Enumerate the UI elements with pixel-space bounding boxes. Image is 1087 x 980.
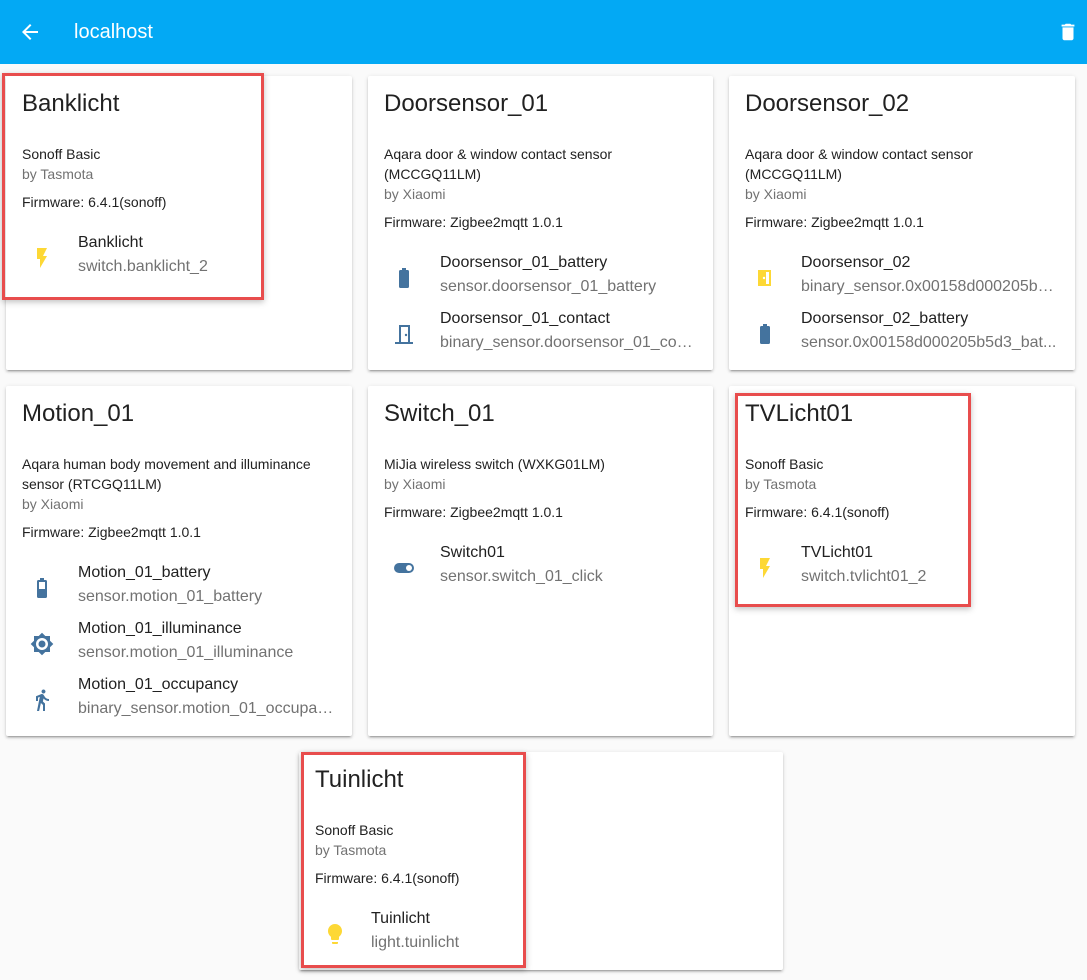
entity-row[interactable]: Motion_01_illuminance sensor.motion_01_i… [22,618,336,670]
walk-icon [36,689,49,711]
entity-id: switch.tvlicht01_2 [801,568,927,585]
device-manufacturer: by Tasmota [22,166,94,182]
entity-name: Motion_01_illuminance [78,620,242,637]
device-manufacturer: by Xiaomi [22,496,84,512]
device-model: Sonoff Basic [315,822,394,838]
device-info: Aqara door & window contact sensor (MCCG… [384,144,697,232]
device-title: Motion_01 [22,400,135,427]
device-title: TVLicht01 [745,400,854,427]
entity-name: Doorsensor_01_battery [440,254,608,271]
entity-row[interactable]: Doorsensor_02 binary_sensor.0x00158d0002… [745,252,1059,304]
device-model: Aqara door & window contact sensor (MCCG… [745,146,974,182]
toggle-switch-icon [394,563,414,573]
entity-name: Doorsensor_01_contact [440,310,610,327]
battery-icon [399,268,409,288]
device-title: Banklicht [22,90,120,117]
device-title: Tuinlicht [315,766,404,793]
device-model: Sonoff Basic [22,146,101,162]
entity-id: sensor.0x00158d000205b5d3_bat... [801,334,1057,351]
entity-name: Doorsensor_02_battery [801,310,969,327]
device-manufacturer: by Xiaomi [745,186,807,202]
entity-name: TVLicht01 [801,544,874,561]
entity-id: binary_sensor.doorsensor_01_con... [440,334,697,351]
device-card: Motion_01 Aqara human body movement and … [6,386,352,736]
device-model: Aqara door & window contact sensor (MCCG… [384,146,613,182]
battery-icon [37,578,47,598]
delete-icon[interactable] [1057,20,1079,44]
device-info: Aqara human body movement and illuminanc… [22,454,336,542]
device-model: Sonoff Basic [745,456,824,472]
device-title: Doorsensor_01 [384,90,549,117]
device-info: Sonoff Basic by Tasmota Firmware: 6.4.1(… [315,820,767,888]
entity-row[interactable]: Tuinlicht light.tuinlicht [315,908,767,960]
device-info: MiJia wireless switch (WXKG01LM) by Xiao… [384,454,697,522]
device-card: Doorsensor_02 Aqara door & window contac… [729,76,1075,370]
entity-row[interactable]: Doorsensor_02_battery sensor.0x00158d000… [745,308,1059,360]
device-card: Tuinlicht Sonoff Basic by Tasmota Firmwa… [299,752,783,970]
entity-row[interactable]: TVLicht01 switch.tvlicht01_2 [745,542,1059,594]
brightness-icon [30,632,54,656]
entity-id: sensor.motion_01_battery [78,588,263,605]
battery-icon [760,324,770,344]
entity-id: switch.banklicht_2 [78,258,208,275]
device-card: TVLicht01 Sonoff Basic by Tasmota Firmwa… [729,386,1075,736]
entity-row[interactable]: Switch01 sensor.switch_01_click [384,542,697,594]
flash-icon [760,558,770,578]
device-manufacturer: by Tasmota [315,842,387,858]
device-model: Aqara human body movement and illuminanc… [22,456,311,492]
entity-name: Motion_01_battery [78,564,211,581]
entity-id: sensor.switch_01_click [440,568,603,585]
device-info: Aqara door & window contact sensor (MCCG… [745,144,1059,232]
device-card: Doorsensor_01 Aqara door & window contac… [368,76,713,370]
entity-id: binary_sensor.motion_01_occupan... [78,700,336,717]
door-open-icon [758,270,771,286]
device-firmware: Firmware: Zigbee2mqtt 1.0.1 [384,504,563,520]
entity-row[interactable]: Motion_01_battery sensor.motion_01_batte… [22,562,336,614]
page-title: localhost [74,21,153,43]
device-firmware: Firmware: Zigbee2mqtt 1.0.1 [22,524,201,540]
device-card: Banklicht Sonoff Basic by Tasmota Firmwa… [6,76,352,370]
device-model: MiJia wireless switch (WXKG01LM) [384,456,605,472]
device-firmware: Firmware: 6.4.1(sonoff) [315,870,460,886]
door-closed-icon [395,325,413,344]
device-title: Doorsensor_02 [745,90,910,117]
device-manufacturer: by Tasmota [745,476,817,492]
flash-icon [37,248,47,268]
device-manufacturer: by Xiaomi [384,476,446,492]
entity-name: Switch01 [440,544,505,561]
entity-row[interactable]: Doorsensor_01_battery sensor.doorsensor_… [384,252,697,304]
entity-row[interactable]: Motion_01_occupancy binary_sensor.motion… [22,674,336,726]
device-card: Switch_01 MiJia wireless switch (WXKG01L… [368,386,713,736]
entity-id: sensor.motion_01_illuminance [78,644,294,661]
device-manufacturer: by Xiaomi [384,186,446,202]
entity-name: Doorsensor_02 [801,254,911,271]
device-firmware: Firmware: 6.4.1(sonoff) [22,194,167,210]
device-info: Sonoff Basic by Tasmota Firmware: 6.4.1(… [745,454,1059,522]
entity-id: sensor.doorsensor_01_battery [440,278,657,295]
entity-name: Tuinlicht [371,910,430,927]
device-firmware: Firmware: 6.4.1(sonoff) [745,504,890,520]
entity-id: binary_sensor.0x00158d000205b5... [801,278,1059,295]
back-arrow-icon[interactable] [18,20,42,44]
entity-name: Banklicht [78,234,143,251]
device-firmware: Firmware: Zigbee2mqtt 1.0.1 [384,214,563,230]
device-title: Switch_01 [384,400,495,427]
device-firmware: Firmware: Zigbee2mqtt 1.0.1 [745,214,924,230]
entity-row[interactable]: Doorsensor_01_contact binary_sensor.door… [384,308,697,360]
entity-id: light.tuinlicht [371,934,460,951]
device-info: Sonoff Basic by Tasmota Firmware: 6.4.1(… [22,144,336,212]
lightbulb-icon [328,924,342,944]
entity-row[interactable]: Banklicht switch.banklicht_2 [22,232,336,284]
app-header: localhost [0,0,1087,64]
entity-name: Motion_01_occupancy [78,676,239,693]
